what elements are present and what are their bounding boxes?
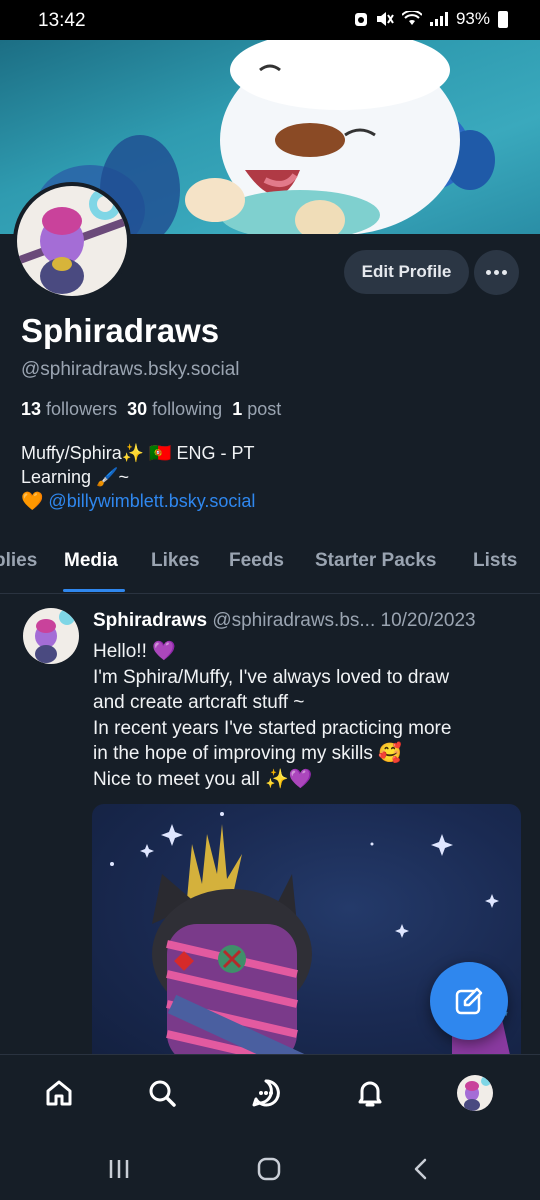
post-date[interactable]: 10/20/2023 [381, 610, 476, 631]
edit-profile-button[interactable]: Edit Profile [344, 250, 469, 294]
back-button[interactable] [406, 1154, 436, 1184]
profile-handle: @sphiradraws.bsky.social [21, 359, 240, 380]
posts-count: 1 [232, 399, 243, 419]
compose-post-button[interactable] [430, 962, 508, 1040]
recent-apps-icon [109, 1160, 129, 1178]
home-circle-icon [257, 1157, 281, 1181]
active-tab-indicator [63, 589, 125, 592]
battery-percent: 93% [455, 9, 490, 28]
dot [486, 270, 491, 275]
profile-bio: Muffy/Sphira✨ 🇵🇹 ENG - PT Learning 🖌️~ 🧡… [21, 441, 255, 513]
system-navigation [0, 1132, 540, 1200]
battery-icon [498, 10, 508, 28]
mute-icon [376, 12, 394, 26]
profile-tabs: plies Media Likes Feeds Starter Packs Li… [0, 544, 540, 594]
followers-count: 13 [21, 399, 42, 419]
posts-stat: 1 post [232, 399, 281, 419]
nav-chat[interactable] [246, 1073, 286, 1113]
nav-home[interactable] [39, 1073, 79, 1113]
post-header: Sphiradraws @sphiradraws.bs... 10/20/202… [93, 610, 476, 632]
tab-likes[interactable]: Likes [151, 550, 200, 572]
dot [502, 270, 507, 275]
post-line: in the hope of improving my skills 🥰 [93, 743, 402, 764]
posts-label: post [247, 399, 282, 419]
status-time: 13:42 [38, 10, 86, 31]
tab-feeds[interactable]: Feeds [229, 550, 284, 572]
bio-line: 🧡 @billywimblett.bsky.social [21, 489, 255, 513]
back-icon [414, 1158, 427, 1180]
notifications-icon [358, 1081, 382, 1107]
tab-replies[interactable]: plies [0, 550, 37, 572]
following-stat[interactable]: 30 following [127, 399, 222, 419]
more-options-button[interactable] [474, 250, 519, 295]
dot [494, 270, 499, 275]
data-saver-icon [354, 13, 367, 26]
tab-lists[interactable]: Lists [473, 550, 517, 572]
status-icons: 93% [354, 9, 508, 29]
post-text[interactable]: Hello!! 💜 I'm Sphira/Muffy, I've always … [93, 639, 523, 792]
post-line: In recent years I've started practicing … [93, 717, 452, 739]
post-author-handle[interactable]: @sphiradraws.bs... [212, 610, 375, 631]
signal-icon [429, 12, 448, 26]
following-count: 30 [127, 399, 148, 419]
post-line: I'm Sphira/Muffy, I've always loved to d… [93, 666, 450, 688]
profile-avatar[interactable] [13, 182, 131, 300]
recent-apps-button[interactable] [104, 1154, 134, 1184]
following-label: following [152, 399, 223, 419]
post-line: and create artcraft stuff ~ [93, 692, 305, 713]
home-icon [46, 1080, 72, 1106]
heart-emoji: 🧡 [21, 491, 49, 511]
followers-stat[interactable]: 13 followers [21, 399, 117, 419]
status-bar: 13:42 93% [0, 0, 540, 40]
nav-profile[interactable] [455, 1073, 495, 1113]
bio-mention-link[interactable]: @billywimblett.bsky.social [48, 491, 255, 511]
bio-line: Learning 🖌️~ [21, 467, 129, 487]
post-line: Nice to meet you all ✨💜 [93, 768, 313, 790]
post-author-name[interactable]: Sphiradraws [93, 610, 207, 631]
avatar-illustration [17, 186, 127, 296]
profile-stats: 13 followers 30 following 1 post [21, 399, 281, 420]
nav-notifications[interactable] [350, 1073, 390, 1113]
bottom-navigation [0, 1054, 540, 1132]
avatar-illustration [457, 1075, 493, 1111]
avatar-illustration [23, 608, 79, 664]
display-name: Sphiradraws [21, 312, 220, 349]
followers-label: followers [46, 399, 118, 419]
post-line: Hello!! 💜 [93, 641, 176, 662]
tab-media[interactable]: Media [64, 550, 118, 572]
bio-line: Muffy/Sphira✨ 🇵🇹 ENG - PT [21, 443, 255, 463]
post-author-avatar[interactable] [23, 608, 79, 664]
nav-search[interactable] [142, 1073, 182, 1113]
wifi-icon [401, 11, 422, 25]
home-system-button[interactable] [254, 1154, 284, 1184]
compose-icon [455, 987, 483, 1015]
tab-starter-packs[interactable]: Starter Packs [315, 550, 436, 572]
search-icon [149, 1080, 176, 1107]
chat-icon [252, 1079, 280, 1107]
nav-profile-avatar [457, 1075, 493, 1111]
